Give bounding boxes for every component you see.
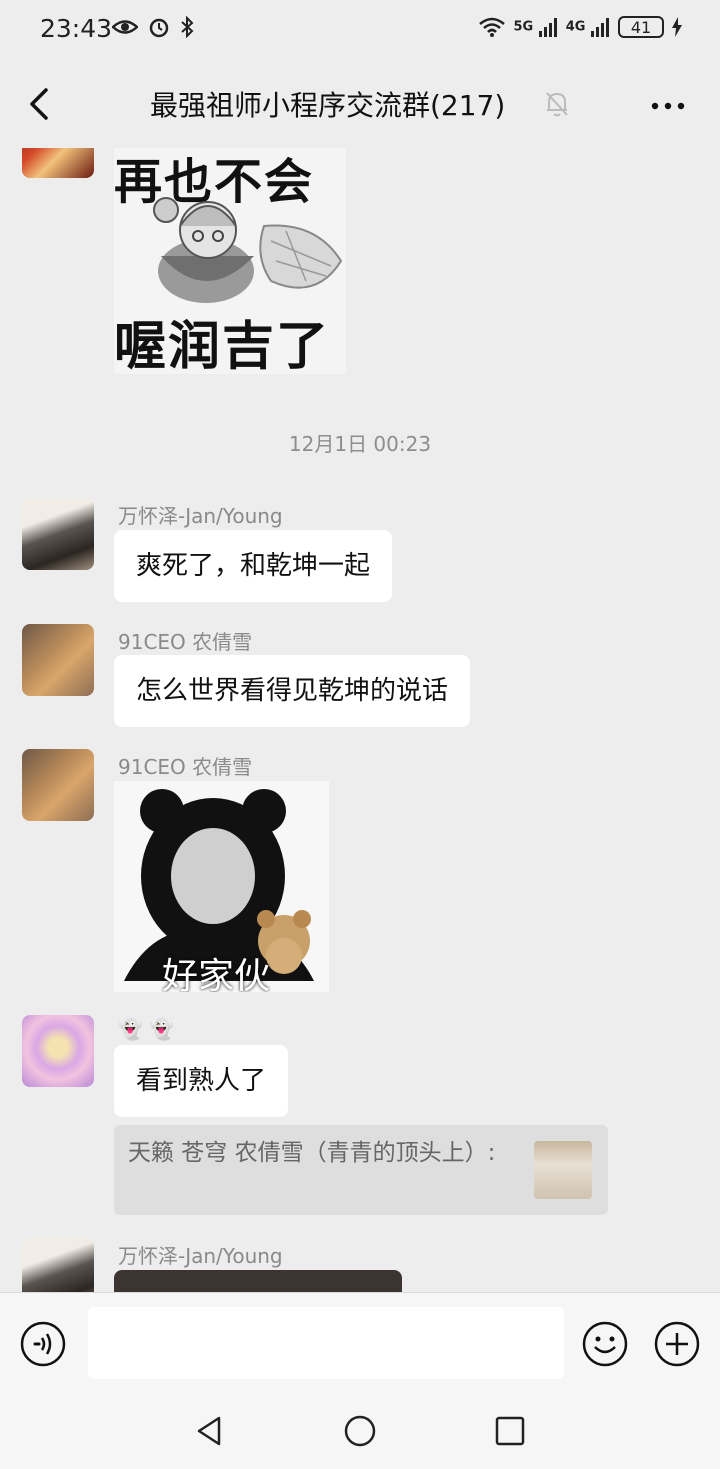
chat-header: 最强祖师小程序交流群(217) <box>0 62 720 148</box>
quote-text: 天籁 苍穹 农倩雪（青青的顶头上）: <box>128 1140 496 1166</box>
more-icon[interactable] <box>650 88 686 124</box>
bluetooth-icon <box>181 16 194 38</box>
signal-bars-icon <box>591 18 609 37</box>
message-list[interactable]: 再也不会 喔润吉了 12月1日 00:23 万怀泽-Jan/Young 爽死了，… <box>0 148 720 1292</box>
sticker-image[interactable]: 好家伙 <box>114 781 329 992</box>
sender-name: 万怀泽-Jan/Young <box>118 1244 283 1268</box>
nav-home-icon[interactable] <box>343 1414 377 1448</box>
alarm-icon <box>149 18 169 38</box>
system-nav-bar <box>0 1390 720 1469</box>
signal-bars-icon <box>538 18 557 37</box>
message-bubble[interactable]: 爽死了，和乾坤一起 <box>114 530 393 602</box>
chat-title: 最强祖师小程序交流群(217) <box>150 89 506 122</box>
input-bar <box>0 1292 720 1391</box>
signal-5g: 5G <box>514 17 558 37</box>
wifi-icon <box>478 17 505 37</box>
quoted-message[interactable]: 天籁 苍穹 农倩雪（青青的顶头上）: <box>114 1125 608 1215</box>
image-message[interactable] <box>114 1270 402 1292</box>
sticker-image[interactable]: 再也不会 喔润吉了 <box>114 148 346 377</box>
status-time: 23:43 <box>40 14 113 43</box>
plus-icon[interactable] <box>654 1321 700 1367</box>
voice-icon[interactable] <box>20 1321 66 1367</box>
charging-icon <box>672 17 682 37</box>
battery-icon: 41 <box>618 16 664 38</box>
sender-name: 91CEO 农倩雪 <box>118 630 253 654</box>
eye-icon <box>112 20 138 34</box>
back-arrow-icon[interactable] <box>26 84 56 124</box>
timestamp: 12月1日 00:23 <box>288 432 432 456</box>
nav-back-icon[interactable] <box>193 1414 227 1448</box>
sender-name: 👻 👻 <box>118 1017 175 1041</box>
avatar[interactable] <box>22 1015 94 1087</box>
message-bubble[interactable]: 看到熟人了 <box>114 1045 289 1117</box>
message-input[interactable] <box>88 1307 564 1379</box>
avatar[interactable] <box>22 1238 94 1292</box>
sticker-caption: 好家伙 <box>162 956 271 992</box>
message-bubble[interactable]: 怎么世界看得见乾坤的说话 <box>114 655 471 727</box>
avatar[interactable] <box>22 148 94 178</box>
signal-4g: 4G <box>566 17 610 37</box>
sender-name: 万怀泽-Jan/Young <box>118 504 283 528</box>
sticker-illustration <box>153 197 343 303</box>
avatar[interactable] <box>22 749 94 821</box>
avatar[interactable] <box>22 624 94 696</box>
status-bar: 23:43 5G 4G 41 <box>0 0 720 62</box>
sender-name: 91CEO 农倩雪 <box>118 755 253 779</box>
emoji-icon[interactable] <box>582 1321 628 1367</box>
quote-thumbnail <box>534 1141 592 1199</box>
nav-recent-icon[interactable] <box>493 1414 527 1448</box>
mute-bell-icon <box>546 92 568 117</box>
avatar[interactable] <box>22 498 94 570</box>
sticker-text-bottom: 喔润吉了 <box>114 317 331 377</box>
